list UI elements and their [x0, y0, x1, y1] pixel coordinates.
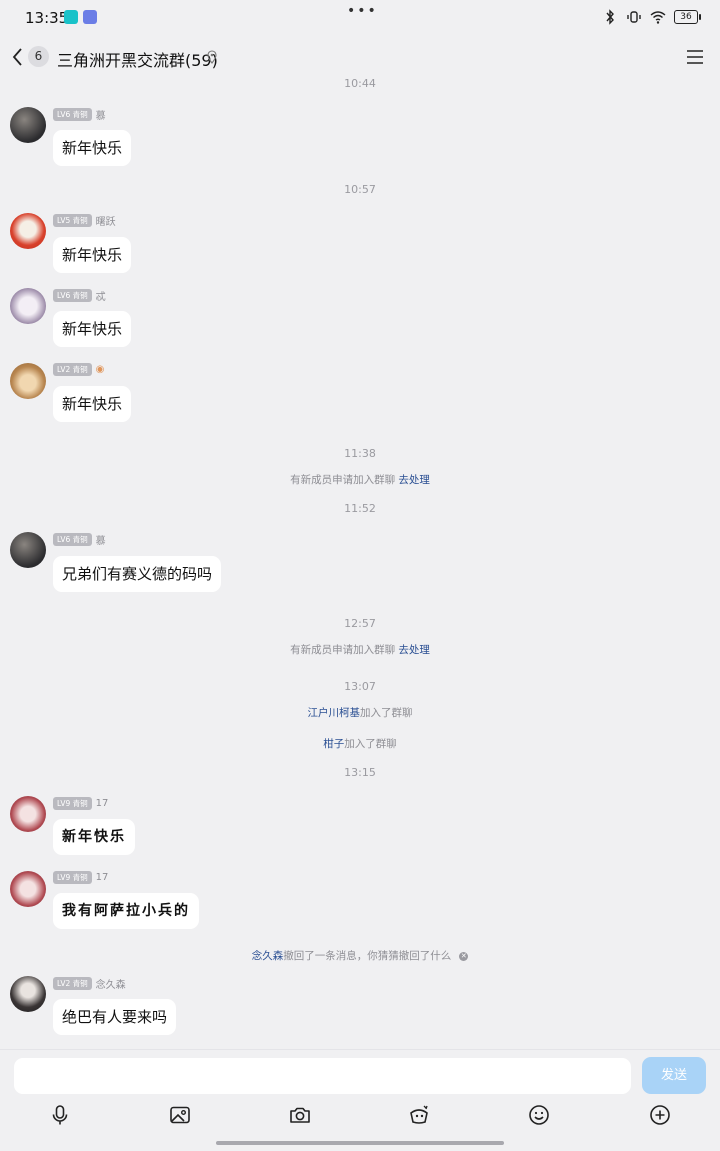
timestamp: 12:57	[344, 617, 376, 630]
sender-name[interactable]: 17	[96, 798, 109, 809]
plus-icon[interactable]	[649, 1104, 671, 1126]
status-time: 13:35	[25, 9, 69, 27]
sender-name[interactable]: 念久森	[96, 976, 126, 991]
back-arrow-icon[interactable]	[10, 46, 26, 68]
avatar[interactable]	[10, 363, 46, 399]
join-notice: 江户川柯基加入了群聊	[307, 707, 413, 719]
sender-name[interactable]: 慕	[96, 107, 106, 122]
message-bubble[interactable]: 新年快乐	[53, 237, 132, 273]
avatar[interactable]	[10, 213, 46, 249]
level-badge: LV9 青铜	[53, 871, 92, 884]
member-name-link[interactable]: 念久森	[252, 950, 284, 962]
battery-icon: 36	[674, 10, 701, 24]
level-badge: LV2 青铜	[53, 977, 92, 990]
message-bubble[interactable]: 新年快乐	[53, 130, 132, 166]
recall-notice: 念久森撤回了一条消息，你猜猜撤回了什么 ✕	[251, 950, 469, 962]
emoji-icon[interactable]	[528, 1104, 550, 1126]
vibrate-icon	[627, 11, 641, 23]
wifi-icon	[650, 11, 666, 24]
more-dots-icon: •••	[347, 3, 378, 19]
join-notice: 柑子加入了群聊	[323, 738, 397, 750]
message-bubble[interactable]: 新年快乐	[53, 386, 132, 422]
level-badge: LV6 青铜	[53, 108, 92, 121]
mic-icon[interactable]	[49, 1104, 71, 1126]
sender-name[interactable]: 忒	[96, 288, 106, 303]
close-icon[interactable]: ✕	[459, 951, 469, 961]
avatar[interactable]	[10, 796, 46, 832]
chat-header: 6 三角洲开黑交流群(59)	[0, 38, 720, 78]
avatar[interactable]	[10, 107, 46, 143]
menu-icon[interactable]	[686, 49, 704, 65]
timestamp: 11:38	[344, 447, 376, 460]
level-badge: LV5 青铜	[53, 214, 92, 227]
handle-request-link[interactable]: 去处理	[398, 474, 430, 486]
monkey-emoji-icon: ◉	[95, 364, 105, 375]
timestamp: 10:57	[344, 183, 376, 196]
status-bar: 13:35 ••• 36	[0, 0, 720, 36]
avatar[interactable]	[10, 871, 46, 907]
message-input[interactable]	[14, 1058, 631, 1094]
level-badge: LV6 青铜	[53, 533, 92, 546]
avatar[interactable]	[10, 976, 46, 1012]
avatar[interactable]	[10, 288, 46, 324]
system-notice: 有新成员申请加入群聊 去处理	[290, 644, 430, 656]
level-badge: LV9 青铜	[53, 797, 92, 810]
avatar[interactable]	[10, 532, 46, 568]
sender-name[interactable]: 17	[96, 872, 109, 883]
timestamp: 13:07	[344, 680, 376, 693]
send-button[interactable]: 发送	[642, 1057, 706, 1094]
message-bubble[interactable]: 兄弟们有赛义德的码吗	[53, 556, 222, 592]
sender-name[interactable]: 慕	[96, 532, 106, 547]
timestamp: 11:52	[344, 502, 376, 515]
sender-name[interactable]: 曙跃	[96, 213, 116, 228]
unread-count-badge[interactable]: 6	[28, 46, 49, 67]
home-indicator[interactable]	[216, 1141, 504, 1145]
system-notice: 有新成员申请加入群聊 去处理	[290, 474, 430, 486]
message-bubble[interactable]: 新年快乐	[53, 819, 135, 855]
message-bubble[interactable]: 新年快乐	[53, 311, 132, 347]
input-bar: 发送	[0, 1049, 720, 1151]
level-badge: LV6 青铜	[53, 289, 92, 302]
member-name-link[interactable]: 柑子	[323, 738, 344, 750]
image-icon[interactable]	[169, 1104, 191, 1126]
level-badge: LV2 青铜	[53, 363, 92, 376]
notification-app-icon	[83, 10, 97, 24]
timestamp: 10:44	[344, 77, 376, 90]
location-pin-icon	[207, 50, 217, 64]
handle-request-link[interactable]: 去处理	[398, 644, 430, 656]
redpacket-icon[interactable]	[408, 1104, 430, 1126]
camera-icon[interactable]	[289, 1104, 311, 1126]
message-bubble[interactable]: 绝巴有人要来吗	[53, 999, 177, 1035]
member-name-link[interactable]: 江户川柯基	[308, 707, 361, 719]
notification-app-icon	[64, 10, 78, 24]
group-title[interactable]: 三角洲开黑交流群(59)	[57, 47, 218, 71]
timestamp: 13:15	[344, 766, 376, 779]
message-bubble[interactable]: 我有阿萨拉小兵的	[53, 893, 199, 929]
bluetooth-icon	[606, 9, 614, 25]
